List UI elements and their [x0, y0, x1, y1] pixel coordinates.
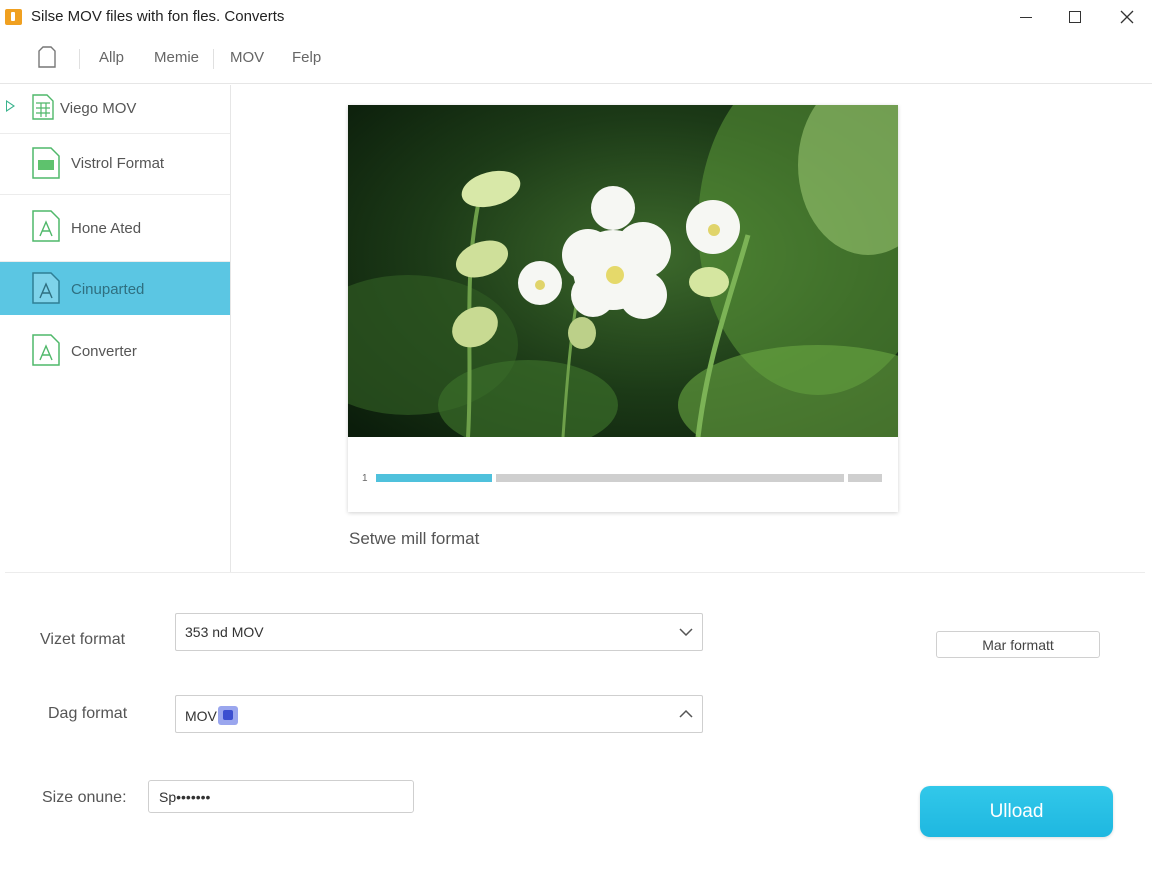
- progress-divider: [844, 474, 848, 482]
- preview-caption: Setwe mill format: [349, 529, 480, 548]
- menu-item-allp[interactable]: Allp: [99, 49, 124, 66]
- progress-index: 1: [362, 473, 368, 484]
- sidebar-item-vistrol-format[interactable]: Vistrol Format: [0, 134, 230, 195]
- spreadsheet-icon: [32, 94, 54, 120]
- sidebar: Viego MOV Vistrol Format Hone Ated Cinup…: [0, 85, 231, 572]
- maximize-icon[interactable]: [1057, 4, 1093, 30]
- video-format-label: Vizet format: [40, 631, 126, 648]
- sidebar-item-label: Viego MOV: [60, 100, 137, 117]
- select-value: 353 nd MOV: [185, 624, 264, 640]
- menu-item-memie[interactable]: Memie: [154, 49, 199, 66]
- upload-button[interactable]: Ulload: [920, 786, 1113, 837]
- size-input[interactable]: [148, 780, 414, 813]
- document-a-icon: [32, 272, 60, 304]
- file-icon[interactable]: [38, 46, 56, 68]
- menu-bar: Allp Memie MOV Felp: [0, 36, 1152, 84]
- select-value: MOV: [185, 706, 238, 725]
- dag-format-select[interactable]: MOV: [175, 695, 703, 733]
- progress-fill: [376, 474, 492, 482]
- progress-divider: [492, 474, 496, 482]
- close-icon[interactable]: [1109, 4, 1145, 30]
- menu-item-mov[interactable]: MOV: [230, 49, 264, 66]
- menu-item-felp[interactable]: Felp: [292, 49, 321, 66]
- chevron-up-icon: [679, 709, 693, 718]
- sidebar-item-label: Hone Ated: [71, 220, 142, 237]
- sidebar-item-label: Converter: [71, 343, 137, 360]
- menu-separator: [213, 49, 214, 69]
- sidebar-item-converter[interactable]: Converter: [0, 315, 230, 383]
- sidebar-item-cinuparted[interactable]: Cinuparted: [0, 262, 230, 315]
- progress-bar[interactable]: [376, 474, 882, 482]
- document-a-icon: [32, 210, 60, 242]
- video-preview-image[interactable]: [348, 105, 898, 437]
- sidebar-item-label: Vistrol Format: [71, 155, 165, 172]
- expand-arrow-icon[interactable]: [6, 100, 15, 112]
- window-title: Silse MOV files with fon fles. Converts: [31, 8, 285, 25]
- sidebar-item-viego-mov[interactable]: Viego MOV: [0, 85, 230, 134]
- tag-badge-icon[interactable]: [217, 706, 238, 725]
- section-divider: [5, 572, 1145, 573]
- app-icon: [5, 9, 22, 25]
- mar-format-button[interactable]: Mar formatt: [936, 631, 1100, 658]
- document-icon: [32, 147, 60, 179]
- sidebar-item-label: Cinuparted: [71, 281, 145, 298]
- minimize-icon[interactable]: [1008, 4, 1044, 30]
- video-preview-card: 1: [348, 105, 898, 512]
- dag-format-label: Dag format: [48, 705, 128, 722]
- sidebar-item-hone-ated[interactable]: Hone Ated: [0, 195, 230, 262]
- select-value-text: MOV: [185, 708, 217, 724]
- menu-separator: [79, 49, 80, 69]
- chevron-down-icon: [679, 628, 693, 637]
- size-label: Size onune:: [42, 789, 127, 806]
- video-format-select[interactable]: 353 nd MOV: [175, 613, 703, 651]
- title-bar: Silse MOV files with fon fles. Converts: [0, 0, 1152, 34]
- document-a-icon: [32, 334, 60, 366]
